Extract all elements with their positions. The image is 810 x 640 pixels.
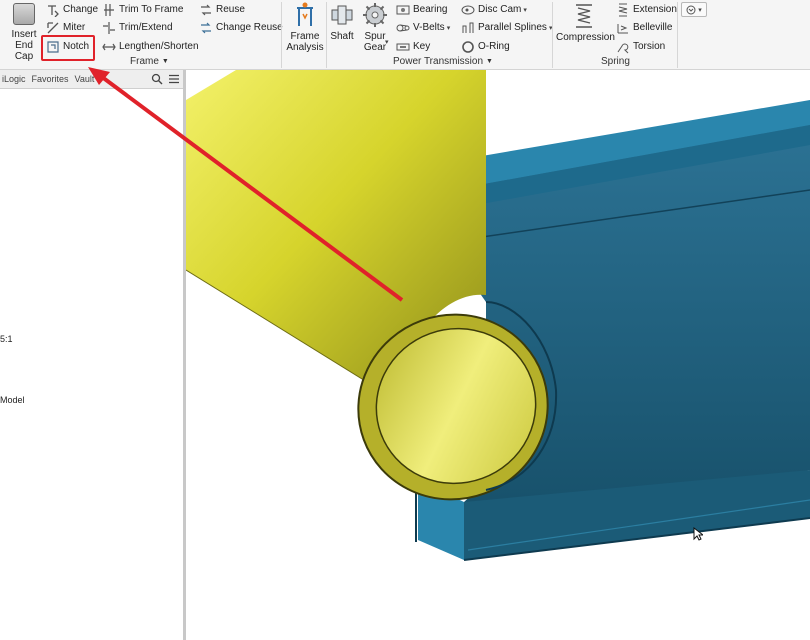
ribbon-overflow-button[interactable]: ▾: [681, 2, 707, 17]
lengthen-shorten-label: Lengthen/Shorten: [119, 41, 199, 52]
chevron-down-icon: ▼: [161, 58, 169, 65]
group-separator: [552, 2, 553, 68]
lengthen-shorten-icon: [102, 40, 116, 54]
notch-label: Notch: [63, 41, 90, 52]
gear-icon: [362, 2, 388, 28]
bearing-icon: [396, 3, 410, 17]
change-reuse-button[interactable]: Change Reuse: [199, 19, 283, 36]
menu-icon[interactable]: [168, 73, 180, 88]
notch-icon: [46, 40, 60, 54]
spur-gear-dropdown-icon[interactable]: ▾: [385, 38, 389, 46]
trim-to-frame-icon: [102, 3, 116, 17]
reuse-icon: [199, 3, 213, 17]
trim-extend-label: Trim/Extend: [119, 22, 173, 33]
frame-analysis-label-1: Frame: [290, 31, 320, 42]
model-browser-panel: iLogic Favorites Vault 5:1 Model: [0, 70, 186, 640]
notch-button[interactable]: Notch: [46, 38, 89, 55]
tab-ilogic[interactable]: iLogic: [2, 74, 26, 84]
shaft-button[interactable]: Shaft: [329, 2, 355, 42]
panel-tabs: iLogic Favorites Vault: [0, 70, 183, 89]
compression-label: Compression: [556, 32, 615, 43]
o-ring-button[interactable]: O-Ring: [461, 38, 510, 55]
key-button[interactable]: Key: [396, 38, 430, 55]
bearing-button[interactable]: Bearing: [396, 1, 447, 18]
disc-cam-icon: [461, 3, 475, 17]
key-icon: [396, 40, 410, 54]
v-belt-icon: [396, 21, 410, 35]
change-reuse-label: Change Reuse: [216, 22, 283, 33]
belleville-spring-button[interactable]: Belleville: [616, 19, 672, 36]
lengthen-shorten-button[interactable]: Lengthen/Shorten: [102, 38, 199, 55]
chevron-down-icon: ▾: [446, 24, 451, 32]
miter-label: Miter: [63, 22, 86, 33]
reuse-label: Reuse: [216, 4, 245, 15]
trim-to-frame-label: Trim To Frame: [119, 4, 184, 15]
frame-analysis-icon: [293, 2, 317, 28]
spline-icon: [461, 21, 475, 35]
change-label: Change: [63, 4, 99, 15]
chevron-down-icon: ▼: [486, 58, 493, 65]
frame-group-text: Frame: [130, 56, 159, 67]
change-reuse-icon: [199, 21, 213, 35]
power-transmission-group-label[interactable]: Power Transmission ▼: [393, 56, 493, 67]
insert-end-cap-button[interactable]: Insert End Cap: [6, 3, 42, 62]
change-button[interactable]: Change: [46, 1, 98, 18]
tab-favorites[interactable]: Favorites: [32, 74, 69, 84]
change-icon: [46, 3, 60, 17]
chevron-down-icon: ▾: [698, 6, 702, 14]
disc-cam-label: Disc Cam: [478, 4, 522, 15]
o-ring-icon: [461, 40, 475, 54]
reuse-button[interactable]: Reuse: [199, 1, 245, 18]
trim-extend-button[interactable]: Trim/Extend: [102, 19, 173, 36]
insert-end-cap-label-2: End Cap: [14, 40, 34, 62]
insert-end-cap-label-1: Insert: [11, 29, 37, 40]
belleville-spring-icon: [616, 21, 630, 35]
o-ring-label: O-Ring: [478, 41, 510, 52]
miter-icon: [46, 21, 60, 35]
compression-spring-icon: [572, 2, 596, 30]
group-separator: [326, 2, 327, 68]
bearing-label: Bearing: [413, 4, 448, 15]
frame-analysis-label-2: Analysis: [286, 42, 324, 53]
group-separator: [281, 2, 282, 68]
end-cap-icon: [13, 3, 35, 25]
3d-viewport[interactable]: [186, 70, 810, 640]
ribbon: Insert End Cap Change Miter Notch Trim T…: [0, 0, 810, 70]
frame-analysis-button[interactable]: Frame Analysis: [286, 2, 324, 53]
chevron-down-icon: ▾: [523, 6, 527, 14]
trim-extend-icon: [102, 21, 116, 35]
search-icon[interactable]: [151, 73, 163, 88]
disc-cam-button[interactable]: Disc Cam ▾: [461, 1, 527, 18]
parallel-splines-button[interactable]: Parallel Splines ▾: [461, 19, 552, 36]
spring-group-text: Spring: [601, 56, 630, 67]
extension-label: Extension: [633, 4, 677, 15]
belleville-label: Belleville: [633, 22, 673, 33]
v-belts-label: V-Belts: [413, 22, 445, 33]
extension-spring-button[interactable]: Extension: [616, 1, 677, 18]
model-render: [186, 70, 810, 561]
shaft-label: Shaft: [330, 31, 354, 42]
mouse-cursor-icon: [693, 527, 703, 541]
shaft-icon: [330, 2, 354, 28]
spring-group-label: Spring: [601, 56, 630, 67]
torsion-spring-icon: [616, 40, 630, 54]
parallel-splines-label: Parallel Splines: [478, 22, 547, 33]
miter-button[interactable]: Miter: [46, 19, 85, 36]
extension-spring-icon: [616, 3, 630, 17]
trim-to-frame-button[interactable]: Trim To Frame: [102, 1, 183, 18]
torsion-label: Torsion: [633, 41, 666, 52]
v-belts-button[interactable]: V-Belts ▾: [396, 19, 450, 36]
chevron-circle-icon: [686, 5, 696, 14]
key-label: Key: [413, 41, 431, 52]
model-text: Model: [0, 395, 25, 405]
scale-text: 5:1: [0, 334, 13, 344]
group-separator: [677, 2, 678, 68]
tab-vault[interactable]: Vault: [75, 74, 95, 84]
frame-group-label[interactable]: Frame ▼: [130, 56, 169, 67]
compression-spring-button[interactable]: Compression: [556, 2, 615, 43]
torsion-spring-button[interactable]: Torsion: [616, 38, 665, 55]
power-transmission-group-text: Power Transmission: [393, 56, 484, 67]
